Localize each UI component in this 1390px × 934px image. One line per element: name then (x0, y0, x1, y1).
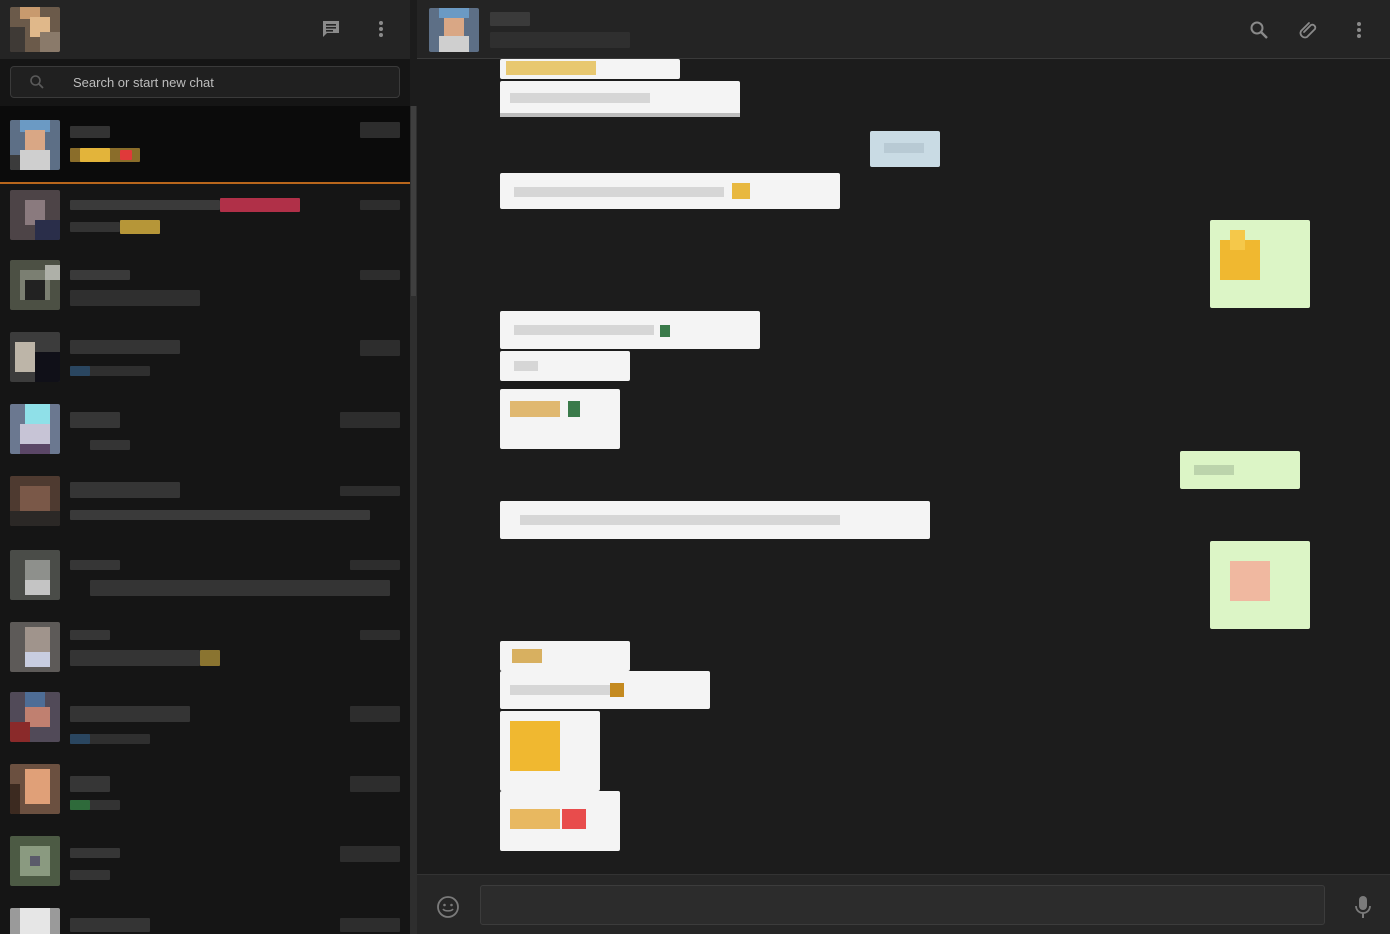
message-bubble-outgoing[interactable] (870, 131, 940, 167)
chat-list-item[interactable] (0, 904, 410, 934)
search-placeholder: Search or start new chat (73, 75, 214, 90)
paperclip-icon[interactable] (1297, 18, 1321, 42)
contact-name (490, 12, 530, 26)
contact-avatar (10, 908, 60, 934)
message-bubble-incoming[interactable] (500, 501, 930, 539)
my-profile-avatar[interactable] (10, 7, 60, 52)
contact-avatar (10, 764, 60, 814)
search-icon (29, 74, 45, 95)
contact-avatar[interactable] (429, 8, 479, 52)
microphone-icon[interactable] (1351, 895, 1375, 919)
chat-list-item[interactable] (0, 106, 410, 184)
chat-list-item[interactable] (0, 616, 410, 688)
chat-list-item[interactable] (0, 688, 410, 760)
new-chat-icon[interactable] (319, 17, 343, 41)
message-bubble-incoming[interactable] (500, 791, 620, 851)
chat-list-item[interactable] (0, 760, 410, 832)
contact-avatar (10, 692, 60, 742)
chat-list-item[interactable] (0, 544, 410, 616)
contact-avatar (10, 404, 60, 454)
chat-list-item[interactable] (0, 400, 410, 472)
chat-list (0, 106, 410, 934)
message-sticker-outgoing[interactable] (1210, 220, 1310, 308)
message-bubble-incoming[interactable] (500, 671, 710, 709)
chat-list-item[interactable] (0, 256, 410, 328)
contact-avatar (10, 260, 60, 310)
message-bubble-incoming[interactable] (500, 173, 840, 209)
search-input[interactable]: Search or start new chat (10, 66, 400, 98)
conversation-header (417, 0, 1390, 59)
chat-list-item[interactable] (0, 184, 410, 256)
contact-avatar (10, 836, 60, 886)
chat-list-item[interactable] (0, 328, 410, 400)
message-bubble-incoming[interactable] (500, 711, 600, 791)
message-bubble-outgoing[interactable] (1180, 451, 1300, 489)
contact-avatar (10, 332, 60, 382)
menu-icon[interactable] (369, 17, 393, 41)
contact-avatar (10, 190, 60, 240)
contact-status (490, 32, 630, 48)
contact-avatar (10, 550, 60, 600)
search-icon[interactable] (1247, 18, 1271, 42)
emoji-icon[interactable] (436, 895, 460, 919)
message-input[interactable] (480, 885, 1325, 925)
contact-avatar (10, 120, 60, 170)
message-bubble-incoming[interactable] (500, 641, 630, 671)
contact-avatar (10, 622, 60, 672)
message-area[interactable] (417, 59, 1390, 874)
message-bubble-incoming[interactable] (500, 59, 680, 79)
scrollbar-thumb[interactable] (411, 106, 416, 296)
chat-list-scrollbar[interactable] (410, 106, 417, 934)
contact-avatar (10, 476, 60, 526)
left-header (0, 0, 410, 59)
message-composer (417, 874, 1390, 934)
message-bubble-incoming[interactable] (500, 81, 740, 117)
message-sticker-outgoing[interactable] (1210, 541, 1310, 629)
message-bubble-incoming[interactable] (500, 311, 760, 349)
chat-list-pane: Search or start new chat (0, 0, 417, 934)
message-bubble-incoming[interactable] (500, 351, 630, 381)
chat-list-item[interactable] (0, 472, 410, 544)
message-bubble-incoming[interactable] (500, 389, 620, 449)
more-options-icon[interactable] (1347, 18, 1371, 42)
chat-list-item[interactable] (0, 832, 410, 904)
